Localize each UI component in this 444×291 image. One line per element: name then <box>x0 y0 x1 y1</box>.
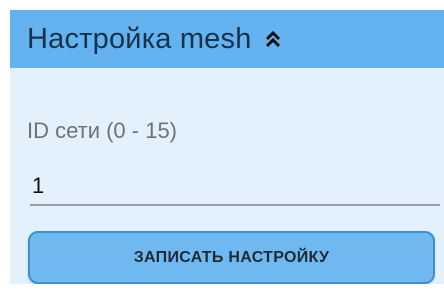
save-settings-button[interactable]: ЗАПИСАТЬ НАСТРОЙКУ <box>28 231 435 284</box>
mesh-settings-header[interactable]: Настройка mesh <box>10 10 444 68</box>
section-title: Настройка mesh <box>27 22 252 55</box>
mesh-id-field-wrapper <box>30 168 440 206</box>
double-chevron-up-icon[interactable] <box>264 30 282 48</box>
mesh-id-label: ID сети (0 - 15) <box>27 118 178 143</box>
mesh-settings-card: Настройка mesh ID сети (0 - 15) ЗАПИСАТЬ… <box>10 10 444 284</box>
mesh-id-input[interactable] <box>30 168 440 204</box>
